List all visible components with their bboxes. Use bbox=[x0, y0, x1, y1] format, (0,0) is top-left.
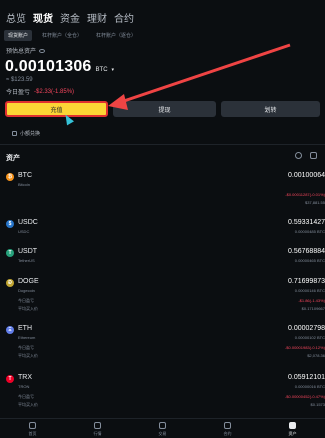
asset-btc-value: 0.00000146 BTC bbox=[294, 288, 325, 293]
asset-amount: 0.56768884 bbox=[288, 248, 325, 255]
tab-earn[interactable]: 理财 bbox=[87, 10, 107, 25]
nav-trade[interactable]: 交易 bbox=[159, 422, 167, 437]
asset-amount: 0.00002798 bbox=[288, 325, 325, 332]
sub-tab-spot-account[interactable]: 现货账户 bbox=[4, 30, 33, 41]
eye-icon[interactable] bbox=[39, 48, 46, 53]
sub-tab-isolated-margin[interactable]: 杠杆账户（逐仓） bbox=[92, 30, 140, 41]
action-buttons: 充值 提现 划转 bbox=[5, 101, 320, 117]
asset-row-doge[interactable]: Ð DOGE Dogecoin 0.71699873 0.00000146 BT… bbox=[0, 278, 325, 314]
today-pnl: 今日盈亏 -$2.33(-1.85%) bbox=[6, 88, 75, 97]
sub-tab-cross-margin[interactable]: 杠杆账户（全仓） bbox=[38, 30, 86, 41]
asset-avg-price: $0.17109667 bbox=[301, 306, 325, 311]
tab-overview[interactable]: 总览 bbox=[6, 10, 26, 25]
asset-row-usdt[interactable]: T USDT TetherUS 0.56768884 0.00000465 BT… bbox=[0, 248, 325, 264]
balance-value: 0.00101306 bbox=[5, 58, 92, 75]
asset-avg-price: $0.1573 bbox=[310, 402, 325, 407]
asset-amount: 0.71699873 bbox=[288, 278, 325, 285]
asset-btc-value: 0.00000465 BTC bbox=[294, 258, 325, 263]
filter-icon[interactable] bbox=[310, 152, 317, 159]
asset-row-eth[interactable]: Ξ ETH Ethereum 0.00002798 0.00000102 BTC… bbox=[0, 325, 325, 361]
divider bbox=[0, 144, 325, 145]
tab-funding[interactable]: 资金 bbox=[60, 10, 80, 25]
asset-btc-value: 0.00000485 BTC bbox=[294, 229, 325, 234]
assets-title: 资产 bbox=[6, 155, 20, 162]
bottom-nav: 首页 行情 交易 合约 资产 bbox=[0, 418, 325, 438]
usdc-icon: $ bbox=[6, 220, 14, 228]
doge-icon: Ð bbox=[6, 279, 14, 287]
asset-amount: 0.05912101 bbox=[288, 374, 325, 381]
asset-row-btc[interactable]: ₿ BTC Bitcoin 0.00100064 -$0.00011287(-0… bbox=[0, 172, 325, 205]
fiat-value: ≈ $123.59 bbox=[6, 77, 33, 83]
asset-pnl: -$1.86(-1.43%) bbox=[298, 298, 325, 303]
tab-spot[interactable]: 现货 bbox=[33, 10, 53, 25]
convert-icon bbox=[12, 131, 17, 136]
search-icon[interactable] bbox=[295, 152, 302, 159]
eth-icon: Ξ bbox=[6, 326, 14, 334]
nav-futures[interactable]: 合约 bbox=[224, 422, 232, 437]
asset-pnl: -$0.00011287(-0.01%) bbox=[285, 192, 325, 197]
btc-icon: ₿ bbox=[6, 173, 14, 181]
asset-amount: 0.59331427 bbox=[288, 219, 325, 226]
nav-markets[interactable]: 行情 bbox=[94, 422, 102, 437]
top-tabs: 总览 现货 资金 理财 合约 bbox=[6, 10, 134, 25]
asset-avg-price: $37,881.55 bbox=[304, 200, 325, 205]
small-asset-convert[interactable]: 小额兑换 bbox=[12, 130, 40, 137]
estimated-balance-label: 预估总资产 bbox=[6, 46, 46, 55]
usdt-icon: T bbox=[6, 249, 14, 257]
asset-pnl: -$0.00001983(-0.12%) bbox=[284, 345, 325, 350]
home-icon bbox=[29, 422, 36, 429]
nav-wallets[interactable]: 资产 bbox=[289, 422, 297, 437]
balance-unit[interactable]: BTC bbox=[96, 67, 108, 73]
tab-futures[interactable]: 合约 bbox=[114, 10, 134, 25]
asset-row-usdc[interactable]: $ USDC USDC 0.59331427 0.00000485 BTC bbox=[0, 219, 325, 235]
arrow-shaft bbox=[117, 43, 291, 105]
trx-icon: T bbox=[6, 375, 14, 383]
asset-amount: 0.00100064 bbox=[288, 172, 325, 179]
account-sub-tabs: 现货账户 杠杆账户（全仓） 杠杆账户（逐仓） bbox=[4, 30, 140, 41]
withdraw-button[interactable]: 提现 bbox=[113, 101, 216, 117]
swap-icon bbox=[159, 422, 166, 429]
asset-pnl: -$0.00000452(-0.47%) bbox=[284, 394, 325, 399]
transfer-button[interactable]: 划转 bbox=[221, 101, 320, 117]
balance-row: 0.00101306 BTC ▾ bbox=[5, 58, 114, 76]
today-pnl-value: -$2.33(-1.85%) bbox=[34, 88, 75, 95]
deposit-button[interactable]: 充值 bbox=[5, 101, 108, 117]
assets-tools bbox=[295, 152, 317, 159]
chart-icon bbox=[94, 422, 101, 429]
asset-row-trx[interactable]: T TRX TRON 0.05912101 0.00000016 BTC 今日盈… bbox=[0, 374, 325, 410]
chevron-down-icon[interactable]: ▾ bbox=[112, 67, 115, 73]
asset-btc-value: 0.00000102 BTC bbox=[294, 335, 325, 340]
futures-icon bbox=[224, 422, 231, 429]
asset-avg-price: $2,078.36 bbox=[307, 353, 325, 358]
asset-btc-value: 0.00000016 BTC bbox=[294, 384, 325, 389]
wallet-icon bbox=[289, 422, 296, 429]
nav-home[interactable]: 首页 bbox=[29, 422, 37, 437]
